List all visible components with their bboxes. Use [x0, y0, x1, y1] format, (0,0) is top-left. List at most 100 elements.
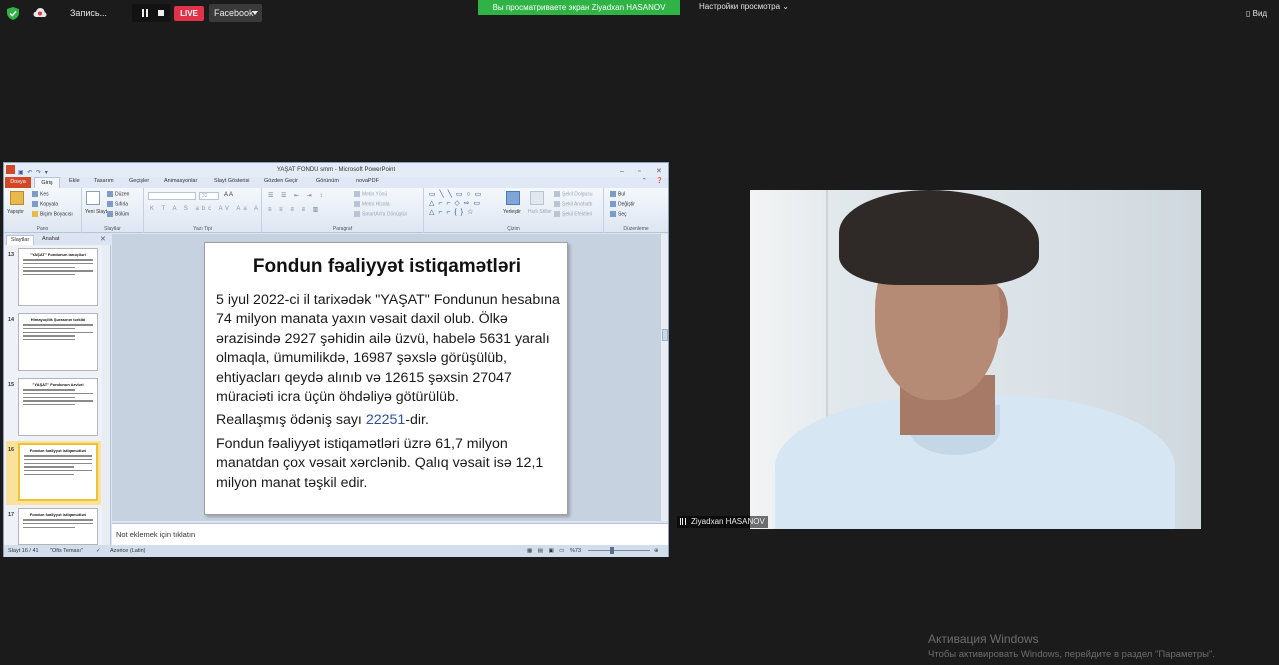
thumb-text-line — [24, 455, 92, 457]
new-slide-button[interactable]: Yeni Slayt — [85, 209, 107, 215]
format-painter-button[interactable]: Biçim Boyacısı — [32, 211, 73, 217]
align-text-button[interactable]: Metni Hizala — [354, 201, 390, 207]
text-direction-button[interactable]: Metin Yönü — [354, 191, 387, 197]
tab-transitions[interactable]: Geçişler — [129, 178, 149, 184]
thumb-text-line — [23, 259, 93, 261]
slide-title[interactable]: Fondun fəaliyyət istiqamətləri — [205, 256, 569, 278]
zoom-slider-thumb[interactable] — [610, 547, 614, 554]
live-badge[interactable]: LIVE — [174, 6, 204, 21]
collapse-ribbon-icon[interactable]: ⌃ — [642, 178, 647, 184]
tab-slides[interactable]: Slaytlar — [6, 235, 34, 245]
view-buttons[interactable]: ▦ ▤ ▣ ▭ — [527, 548, 566, 554]
slides-pane-scrollbar[interactable] — [102, 245, 110, 545]
quick-styles-button[interactable]: Hızlı Stiller — [528, 209, 552, 215]
font-style-buttons[interactable]: K T A S abc AV Aa A — [150, 206, 261, 212]
paste-button[interactable]: Yapıştır — [7, 209, 24, 215]
paste-icon[interactable] — [10, 191, 24, 205]
editing-group-label: Düzenleme — [623, 226, 649, 232]
copy-label: Kopyala — [40, 201, 59, 208]
tab-insert[interactable]: Ekle — [69, 178, 80, 184]
stop-recording-button[interactable] — [158, 10, 164, 16]
activation-watermark-title: Активация Windows — [928, 632, 1039, 646]
zoom-level[interactable]: %73 — [570, 548, 581, 554]
theme-name: "Ofis Teması" — [50, 548, 83, 554]
view-options-button[interactable]: Настройки просмотра ⌄ — [699, 2, 789, 11]
slide-paragraph-3: Fondun fəaliyyət istiqamətləri üzrə 61,7… — [216, 435, 544, 491]
participant-name: Ziyadxan HASANOV — [691, 517, 765, 526]
tab-novapdf[interactable]: novaPDF — [356, 178, 379, 184]
slide-thumbnail[interactable]: "YAŞAT" Fondunun üzvləri — [18, 378, 98, 436]
font-name-select[interactable] — [148, 192, 196, 200]
drawing-group: ▭ ╲ ╲ ▭ ○ ▭ △ ⌐ ⌐ ◇ ⇨ ▭ △ ⌐ ⌐ { } ☆ Yerleş… — [424, 188, 604, 233]
tab-outline[interactable]: Anahat — [42, 236, 59, 242]
replace-button[interactable]: Değiştir — [610, 201, 635, 207]
slide-thumbnail-selected[interactable]: Fondun fəaliyyət istiqamətləri — [18, 443, 98, 501]
stream-target-dropdown[interactable]: Facebook — [209, 4, 262, 22]
view-button[interactable]: ▯ Вид — [1246, 9, 1267, 18]
close-pane-icon[interactable]: ✕ — [100, 235, 106, 243]
current-slide[interactable]: Fondun fəaliyyət istiqamətləri 5 iyul 20… — [204, 242, 568, 515]
slides-pane: Slaytlar Anahat ✕ 13 "YAŞAT" Fondunun ia… — [4, 234, 111, 545]
select-label: Seç — [618, 211, 627, 218]
find-button[interactable]: Bul — [610, 191, 625, 197]
new-slide-icon[interactable] — [86, 191, 100, 205]
paragraph-group: ☰ ☰ ⇤ ⇥ ↕ ≡ ≡ ≡ ≡ ▥ Metin Yönü Metni Hiz… — [262, 188, 424, 233]
spellcheck-icon[interactable]: ✓ — [96, 548, 101, 554]
tab-review[interactable]: Gözden Geçir — [264, 178, 298, 184]
tab-animations[interactable]: Animasyonlar — [164, 178, 197, 184]
help-icon[interactable]: ❓ — [656, 178, 663, 184]
zoom-slider[interactable] — [588, 550, 650, 551]
cut-label: Kes — [40, 191, 49, 198]
security-shield-icon[interactable] — [7, 7, 19, 20]
tab-file[interactable]: Dosya — [5, 177, 31, 188]
smartart-button[interactable]: SmartArt'a Dönüştür — [354, 211, 407, 217]
shapes-gallery[interactable]: ▭ ╲ ╲ ▭ ○ ▭ △ ⌐ ⌐ ◇ ⇨ ▭ △ ⌐ ⌐ { } ☆ — [429, 190, 482, 217]
slide-scrollbar[interactable] — [660, 234, 668, 521]
shape-outline-button[interactable]: Şekil Anahattı — [554, 201, 593, 207]
arrange-button[interactable]: Yerleştir — [503, 209, 521, 215]
slide-thumbnail[interactable]: "YAŞAT" Fondunun ianəçiləri — [18, 248, 98, 306]
text-direction-label: Metin Yönü — [362, 191, 388, 198]
slide-thumbnail[interactable]: Himayəçilik Şurasının tərkibi — [18, 313, 98, 371]
font-grow-shrink-buttons[interactable]: A A — [224, 192, 233, 198]
thumb-title: Himayəçilik Şurasının tərkibi — [30, 317, 86, 322]
fit-slide-icon[interactable]: ⊕ — [654, 548, 659, 554]
reset-label: Sıfırla — [115, 201, 129, 208]
slides-group-label: Slaytlar — [104, 226, 121, 232]
brush-icon — [32, 211, 38, 217]
tab-slideshow[interactable]: Slayt Gösterisi — [214, 178, 249, 184]
notes-pane[interactable]: Not eklemek için tıklatın — [112, 523, 668, 545]
cursor-icon — [610, 211, 616, 217]
shape-effects-button[interactable]: Şekil Efektleri — [554, 211, 592, 217]
align-text-icon — [354, 201, 360, 207]
shape-fill-button[interactable]: Şekil Dolgusu — [554, 191, 593, 197]
align-buttons[interactable]: ≡ ≡ ≡ ≡ ▥ — [268, 206, 321, 213]
thumb-text-line — [23, 403, 75, 406]
layout-button[interactable]: Düzen — [107, 191, 129, 197]
status-bar: Slayt 16 / 41 "Ofis Teması" ✓ Azərice (L… — [4, 545, 668, 557]
slide-body[interactable]: 5 iyul 2022-ci il tarixədək "YAŞAT" Fond… — [216, 291, 562, 497]
cloud-recording-icon[interactable] — [33, 7, 47, 19]
font-group-label: Yazı Tipi — [193, 226, 212, 232]
quick-styles-icon[interactable] — [530, 191, 544, 205]
tab-home[interactable]: Giriş — [34, 177, 60, 188]
section-button[interactable]: Bölüm — [107, 211, 129, 217]
arrange-icon[interactable] — [506, 191, 520, 205]
participant-video[interactable] — [750, 190, 1201, 529]
select-button[interactable]: Seç — [610, 211, 627, 217]
copy-button[interactable]: Kopyala — [32, 201, 58, 207]
list-buttons[interactable]: ☰ ☰ ⇤ ⇥ ↕ — [268, 192, 325, 199]
reset-button[interactable]: Sıfırla — [107, 201, 128, 207]
tab-view[interactable]: Görünüm — [316, 178, 339, 184]
tab-design[interactable]: Tasarım — [94, 178, 114, 184]
section-icon — [107, 211, 113, 217]
thumb-number: 13 — [8, 252, 15, 258]
scroll-thumb[interactable] — [662, 329, 668, 341]
cut-button[interactable]: Kes — [32, 191, 49, 197]
font-size-select[interactable]: 32 — [199, 192, 219, 200]
language-indicator[interactable]: Azərice (Latin) — [110, 548, 145, 554]
replace-label: Değiştir — [618, 201, 635, 208]
thumb-text-line — [24, 458, 92, 461]
slide-thumbnail[interactable]: Fondun fəaliyyət istiqamətləri — [18, 508, 98, 545]
pause-recording-button[interactable] — [142, 9, 148, 17]
